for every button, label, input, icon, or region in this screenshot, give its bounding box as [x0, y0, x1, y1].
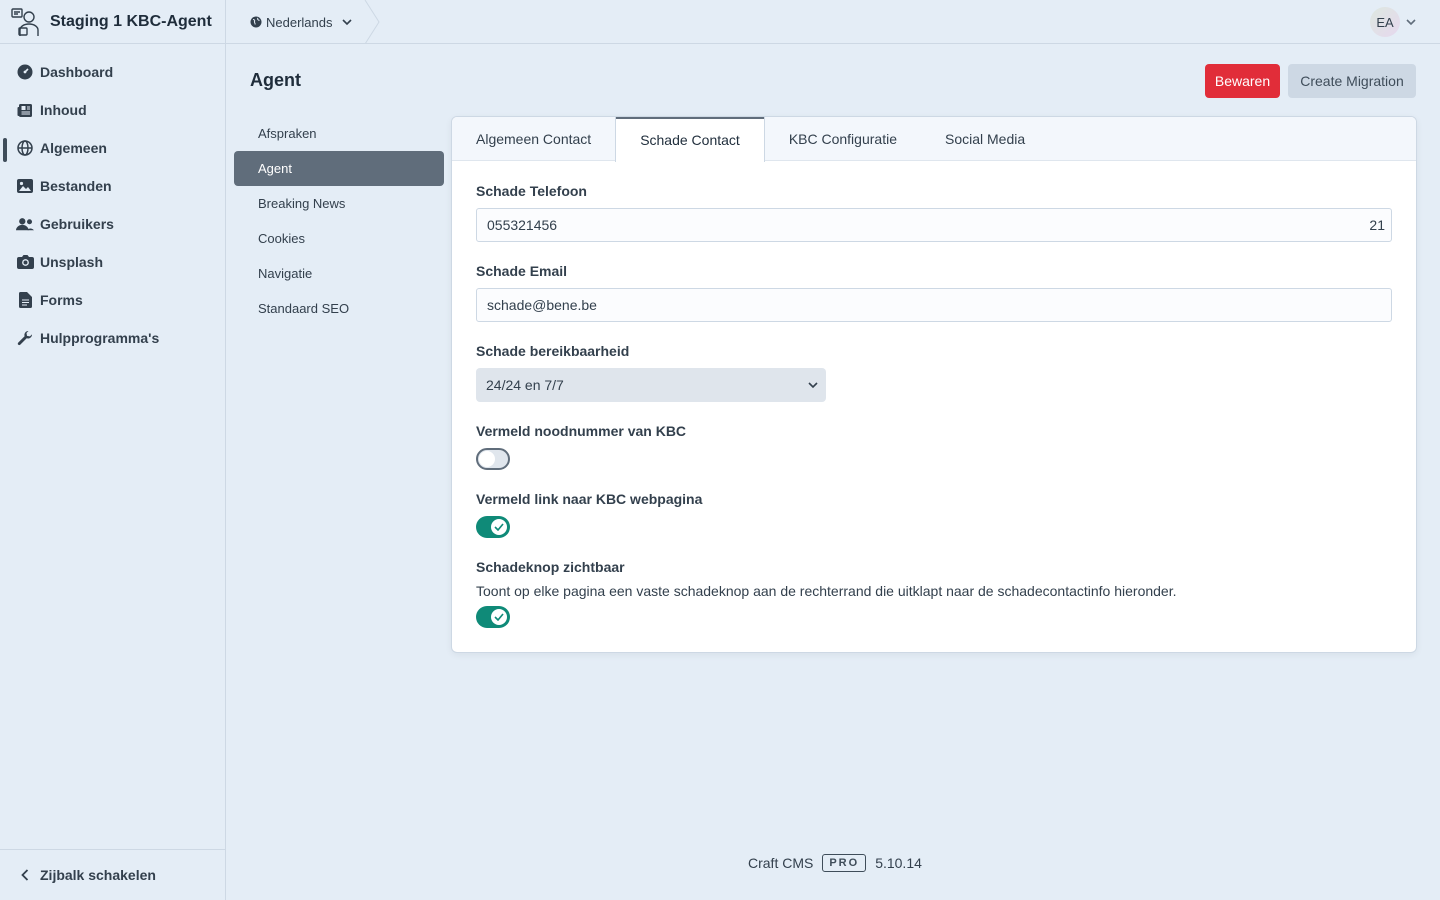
- chevron-left-icon: [16, 869, 34, 881]
- nav-label: Hulpprogramma's: [40, 330, 160, 346]
- noodnummer-toggle[interactable]: [476, 448, 510, 470]
- edition-badge: PRO: [822, 854, 867, 872]
- toggle-knob: [491, 609, 507, 625]
- toggle-knob: [479, 451, 495, 467]
- create-migration-button[interactable]: Create Migration: [1288, 64, 1416, 98]
- nav-item-gebruikers[interactable]: Gebruikers: [0, 205, 225, 243]
- subnav-item-agent[interactable]: Agent: [234, 151, 444, 186]
- language-switcher[interactable]: Nederlands: [226, 0, 370, 44]
- subnav-item-navigatie[interactable]: Navigatie: [234, 256, 444, 291]
- schade-telefoon-input[interactable]: [476, 208, 1392, 242]
- chevron-down-icon: [341, 19, 352, 26]
- chevron-down-icon: [1406, 19, 1416, 26]
- schadeknop-toggle[interactable]: [476, 606, 510, 628]
- avatar: EA: [1370, 7, 1400, 37]
- char-count: 21: [1369, 217, 1385, 233]
- sidebar-toggle-label: Zijbalk schakelen: [40, 867, 156, 883]
- globe-icon: [250, 16, 262, 28]
- nav-label: Forms: [40, 292, 83, 308]
- footer-version: 5.10.14: [875, 855, 922, 871]
- chevron-down-icon: [808, 382, 818, 389]
- nav-item-unsplash[interactable]: Unsplash: [0, 243, 225, 281]
- subnav-item-standaard-seo[interactable]: Standaard SEO: [234, 291, 444, 326]
- nav-label: Unsplash: [40, 254, 104, 270]
- subnav-item-afspraken[interactable]: Afspraken: [234, 116, 444, 151]
- file-icon: [16, 291, 34, 309]
- main-nav: Dashboard Inhoud Algemeen Bestanden Gebr…: [0, 44, 225, 357]
- site-header: Staging 1 KBC-Agent: [0, 0, 225, 44]
- newspaper-icon: [16, 101, 34, 119]
- nav-item-dashboard[interactable]: Dashboard: [0, 53, 225, 91]
- subnav-item-breaking-news[interactable]: Breaking News: [234, 186, 444, 221]
- footer: Craft CMS PRO 5.10.14: [748, 854, 922, 872]
- page-title: Agent: [250, 70, 301, 90]
- users-icon: [16, 215, 34, 233]
- select-value: 24/24 en 7/7: [486, 377, 564, 393]
- field-label-schadeknop: Schadeknop zichtbaar: [476, 559, 625, 575]
- field-label-schade-telefoon: Schade Telefoon: [476, 183, 587, 199]
- subnav-item-cookies[interactable]: Cookies: [234, 221, 444, 256]
- kbc-link-toggle[interactable]: [476, 516, 510, 538]
- content-pane: Algemeen Contact Schade Contact KBC Conf…: [452, 117, 1416, 652]
- topbar: Nederlands EA: [226, 0, 1440, 44]
- nav-label: Inhoud: [40, 102, 87, 118]
- site-name: Staging 1 KBC-Agent: [50, 12, 212, 30]
- schade-bereikbaarheid-select[interactable]: 24/24 en 7/7: [476, 368, 826, 402]
- agent-logo-icon: [10, 6, 42, 38]
- nav-item-bestanden[interactable]: Bestanden: [0, 167, 225, 205]
- global-sets-nav: Afspraken Agent Breaking News Cookies Na…: [234, 116, 444, 326]
- sidebar-toggle-button[interactable]: Zijbalk schakelen: [0, 849, 225, 900]
- nav-label: Dashboard: [40, 64, 114, 80]
- toggle-knob: [491, 519, 507, 535]
- nav-item-algemeen[interactable]: Algemeen: [0, 129, 225, 167]
- tab-bar: Algemeen Contact Schade Contact KBC Conf…: [452, 117, 1416, 162]
- save-button[interactable]: Bewaren: [1205, 64, 1280, 98]
- gauge-icon: [16, 63, 34, 81]
- schade-email-input[interactable]: [476, 288, 1392, 322]
- global-sidebar: Staging 1 KBC-Agent Dashboard Inhoud Alg…: [0, 0, 226, 900]
- field-label-schade-email: Schade Email: [476, 263, 568, 279]
- tab-kbc-configuratie[interactable]: KBC Configuratie: [765, 117, 921, 161]
- nav-label: Bestanden: [40, 178, 112, 194]
- nav-item-hulpprogrammas[interactable]: Hulpprogramma's: [0, 319, 225, 357]
- nav-label: Algemeen: [40, 140, 107, 156]
- breadcrumb-separator: [364, 0, 380, 44]
- wrench-icon: [16, 329, 34, 347]
- image-icon: [16, 177, 34, 195]
- globe-icon: [16, 139, 34, 157]
- field-instructions: Toont op elke pagina een vaste schadekno…: [476, 583, 1177, 599]
- nav-item-inhoud[interactable]: Inhoud: [0, 91, 225, 129]
- account-menu[interactable]: EA: [1370, 7, 1416, 37]
- checkmark-icon: [494, 523, 504, 531]
- field-label-kbc-link: Vermeld link naar KBC webpagina: [476, 491, 703, 507]
- field-label-noodnummer: Vermeld noodnummer van KBC: [476, 423, 687, 439]
- tab-schade-contact[interactable]: Schade Contact: [615, 117, 765, 162]
- footer-product: Craft CMS: [748, 855, 814, 871]
- field-label-schade-bereikbaarheid: Schade bereikbaarheid: [476, 343, 630, 359]
- nav-item-forms[interactable]: Forms: [0, 281, 225, 319]
- language-label: Nederlands: [266, 14, 333, 30]
- nav-label: Gebruikers: [40, 216, 114, 232]
- checkmark-icon: [494, 613, 504, 621]
- tab-social-media[interactable]: Social Media: [921, 117, 1049, 161]
- camera-icon: [16, 253, 34, 271]
- tab-algemeen-contact[interactable]: Algemeen Contact: [452, 117, 615, 161]
